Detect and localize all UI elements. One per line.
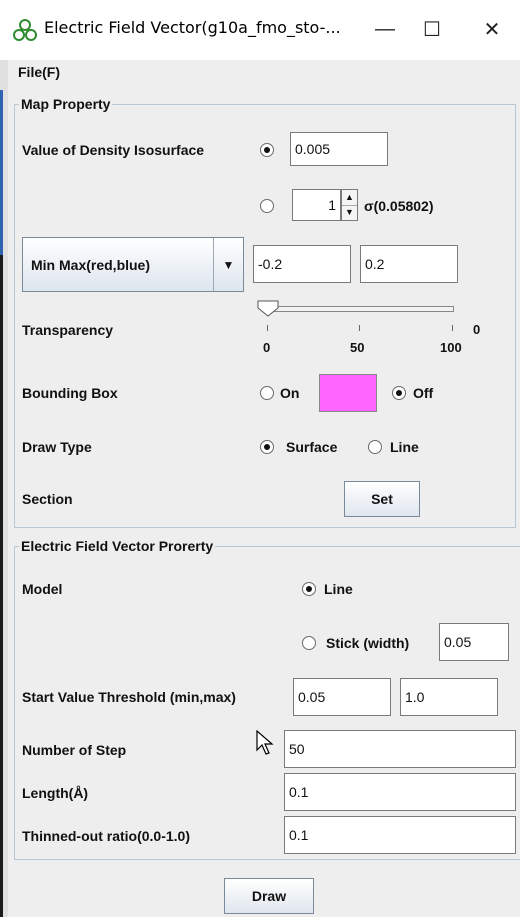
window-left-edge-dark — [0, 255, 3, 917]
num-step-input[interactable]: 50 — [284, 730, 516, 768]
set-button[interactable]: Set — [344, 481, 420, 517]
window-title: Electric Field Vector(g10a_fmo_sto-... — [44, 18, 341, 37]
draw-surface-label: Surface — [286, 439, 338, 455]
slider-tick-label-0: 0 — [263, 340, 271, 355]
sigma-text: σ(0.05802) — [364, 198, 434, 214]
draw-button[interactable]: Draw — [224, 878, 314, 914]
map-property-legend: Map Property — [21, 96, 111, 112]
slider-tick-50 — [359, 325, 360, 331]
minmax-select-label: Min Max(red,blue) — [31, 257, 151, 273]
density-isosurface-label: Value of Density Isosurface — [22, 142, 205, 158]
density-value-radio[interactable] — [260, 143, 274, 157]
model-stick-label: Stick (width) — [326, 635, 410, 651]
minimize-button[interactable]: — — [365, 12, 405, 46]
draw-type-label: Draw Type — [22, 439, 92, 455]
transparency-value: 0 — [473, 322, 481, 337]
menu-bar: File(F) — [8, 60, 520, 88]
draw-surface-radio[interactable] — [260, 440, 274, 454]
draw-line-label: Line — [390, 439, 419, 455]
dropdown-arrow-icon[interactable]: ▼ — [214, 238, 243, 291]
efv-property-legend: Electric Field Vector Prorerty — [21, 538, 214, 554]
bbox-off-radio[interactable] — [392, 386, 406, 400]
model-stick-radio[interactable] — [302, 636, 316, 650]
stick-width-input[interactable]: 0.05 — [439, 623, 509, 661]
thinned-input[interactable]: 0.1 — [284, 816, 516, 854]
bbox-on-label: On — [280, 385, 300, 401]
length-input[interactable]: 0.1 — [284, 773, 516, 811]
transparency-slider-track[interactable] — [262, 306, 454, 312]
slider-tick-0 — [267, 325, 268, 331]
start-min-input[interactable]: 0.05 — [293, 678, 391, 716]
sigma-spinner-buttons: ▲ ▼ — [341, 189, 358, 221]
model-line-radio[interactable] — [302, 582, 316, 596]
mouse-cursor-icon — [256, 730, 274, 755]
spinner-up-icon[interactable]: ▲ — [342, 190, 357, 206]
thinned-label: Thinned-out ratio(0.0-1.0) — [22, 828, 190, 844]
start-threshold-label: Start Value Threshold (min,max) — [22, 689, 236, 705]
bbox-on-radio[interactable] — [260, 386, 274, 400]
menu-file[interactable]: File(F) — [18, 64, 60, 80]
transparency-label: Transparency — [22, 322, 114, 338]
title-bar: Electric Field Vector(g10a_fmo_sto-... —… — [0, 0, 520, 60]
model-label: Model — [22, 581, 63, 597]
length-label: Length(Å) — [22, 785, 89, 801]
bbox-off-label: Off — [413, 385, 434, 401]
start-max-input[interactable]: 1.0 — [400, 678, 498, 716]
bbox-color-swatch[interactable] — [319, 374, 377, 412]
window-left-edge-accent — [0, 90, 3, 255]
slider-tick-100 — [452, 325, 453, 331]
close-button[interactable]: ✕ — [472, 12, 512, 46]
density-value-input[interactable]: 0.005 — [290, 132, 388, 166]
spinner-down-icon[interactable]: ▼ — [342, 205, 357, 220]
molecule-app-icon — [13, 19, 37, 41]
sigma-radio[interactable] — [260, 199, 274, 213]
num-step-label: Number of Step — [22, 742, 127, 758]
bounding-box-label: Bounding Box — [22, 385, 118, 401]
section-label: Section — [22, 491, 73, 507]
min-value-input[interactable]: -0.2 — [253, 245, 351, 283]
sigma-spinner-input[interactable]: 1 — [292, 189, 341, 221]
model-line-label: Line — [324, 581, 353, 597]
slider-tick-label-50: 50 — [350, 340, 365, 355]
slider-tick-label-100: 100 — [440, 340, 462, 355]
draw-line-radio[interactable] — [368, 440, 382, 454]
max-value-input[interactable]: 0.2 — [360, 245, 458, 283]
minmax-select[interactable]: Min Max(red,blue) ▼ — [22, 237, 244, 292]
maximize-button[interactable]: ☐ — [412, 12, 452, 46]
